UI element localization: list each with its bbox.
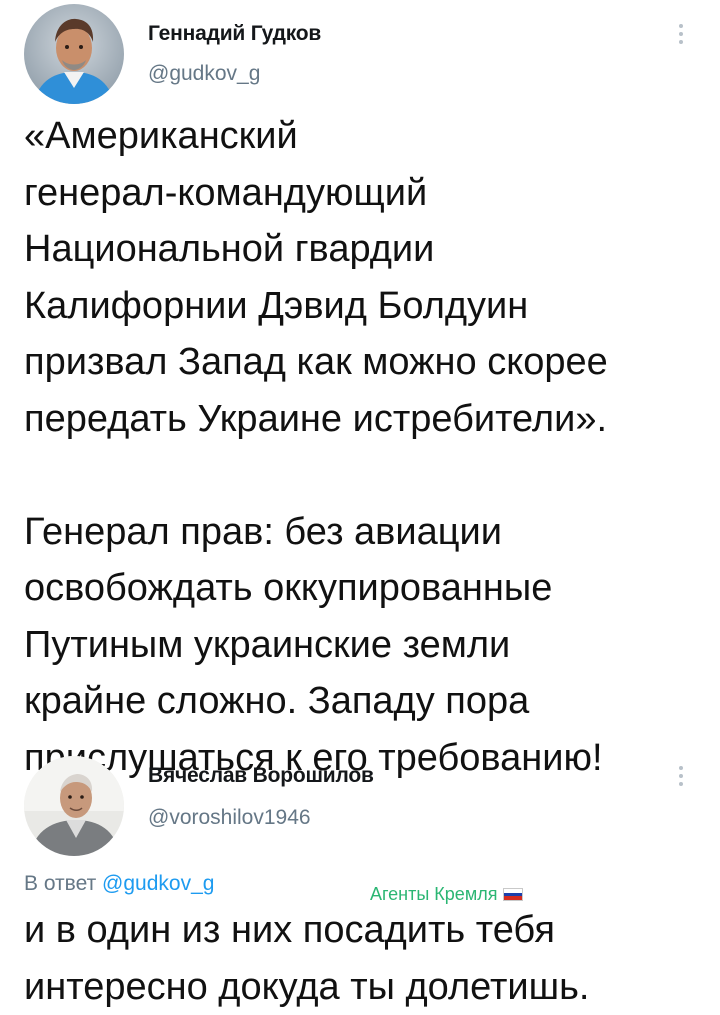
tweet-text-line: освобождать оккупированные (24, 560, 608, 617)
tweet-text-line: интересно докуда ты долетишь. (24, 959, 590, 1015)
tweet-text-line: призвал Запад как можно скорее (24, 334, 608, 391)
tweet-gudkov[interactable]: Геннадий Гудков @gudkov_g «Американский … (0, 0, 720, 750)
reply-handle-link[interactable]: @gudkov_g (102, 872, 214, 895)
tweet-text-line: и в один из них посадить тебя (24, 902, 590, 959)
author-handle[interactable]: @voroshilov1946 (148, 806, 311, 830)
tweet-text-line (24, 447, 608, 504)
tweet-text-line: Калифорнии Дэвид Болдуин (24, 278, 608, 335)
author-name[interactable]: Вячеслав Ворошилов (148, 764, 374, 788)
russian-flag-icon (503, 888, 523, 901)
tweet-text-line: генерал-командующий (24, 165, 608, 222)
tweet-text: «Американский генерал-командующий Национ… (24, 108, 608, 786)
reply-prefix: В ответ (24, 872, 96, 895)
tweet-text-line: крайне сложно. Западу пора (24, 673, 608, 730)
author-avatar[interactable] (24, 4, 124, 104)
person-photo-icon (24, 4, 124, 104)
tweet-text-line: Национальной гвардии (24, 221, 608, 278)
tweet-text-line: «Американский (24, 108, 608, 165)
more-vertical-icon[interactable] (678, 24, 684, 44)
tweet-voroshilov[interactable]: Вячеслав Ворошилов @voroshilov1946 В отв… (0, 748, 720, 1012)
tweet-text-line: Путиным украинские земли (24, 617, 608, 674)
tweet-text: и в один из них посадить тебя интересно … (24, 902, 590, 1015)
tweet-text-line: Генерал прав: без авиации (24, 504, 608, 561)
author-handle[interactable]: @gudkov_g (148, 62, 260, 86)
tweet-text-line: передать Украине истребители». (24, 391, 608, 448)
author-name[interactable]: Геннадий Гудков (148, 22, 321, 46)
person-photo-icon (24, 756, 124, 856)
more-vertical-icon[interactable] (678, 766, 684, 786)
reply-to-label: В ответ @gudkov_g (24, 872, 214, 896)
author-avatar[interactable] (24, 756, 124, 856)
